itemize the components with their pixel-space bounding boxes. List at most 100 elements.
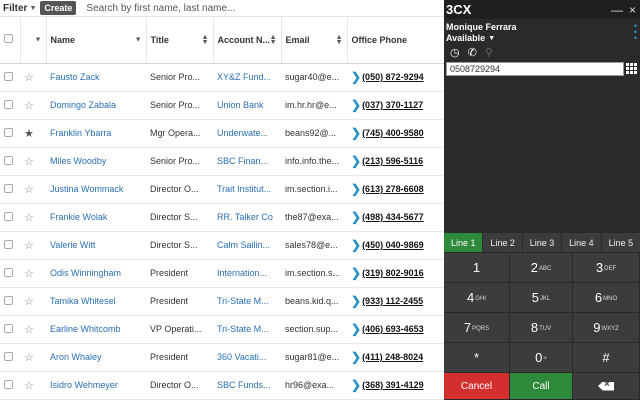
contact-email[interactable]: section.sup... — [281, 315, 347, 343]
table-row[interactable]: ☆ Domingo Zabala Senior Pro... Union Bank im… — [0, 91, 444, 119]
star-icon[interactable]: ☆ — [24, 100, 34, 112]
contact-email[interactable]: info.info.the... — [281, 147, 347, 175]
row-checkbox-cell[interactable] — [0, 231, 20, 259]
row-checkbox[interactable] — [4, 323, 13, 333]
star-icon[interactable]: ☆ — [24, 240, 34, 252]
phone-handset-icon[interactable]: ✆ — [468, 46, 477, 59]
row-checkbox-cell[interactable] — [0, 371, 20, 399]
account-name-link[interactable]: RR. Talker Co — [213, 203, 281, 231]
row-checkbox-cell[interactable] — [0, 259, 20, 287]
office-phone-link[interactable]: (050) 872-9294 — [362, 72, 424, 82]
row-checkbox-cell[interactable] — [0, 147, 20, 175]
row-checkbox[interactable] — [4, 379, 13, 389]
sort-icon[interactable]: ▲ ▼ — [336, 34, 343, 46]
row-checkbox-cell[interactable] — [0, 63, 20, 91]
dialpad-grid-icon[interactable] — [626, 63, 638, 75]
row-checkbox[interactable] — [4, 99, 13, 109]
line-tab-3[interactable]: Line 3 — [522, 233, 563, 252]
row-checkbox-cell[interactable] — [0, 315, 20, 343]
minimize-icon[interactable]: — — [611, 3, 623, 17]
row-checkbox-cell[interactable] — [0, 287, 20, 315]
key-4[interactable]: 4 GHI — [444, 283, 510, 313]
office-phone-cell[interactable]: ❯ (368) 391-4129 — [347, 371, 444, 399]
filter-button[interactable]: Filter ▼ — [3, 3, 36, 14]
clock-icon[interactable]: ◷ — [450, 46, 460, 59]
account-name-link[interactable]: 360 Vacati... — [213, 343, 281, 371]
create-button[interactable]: Create — [40, 1, 77, 15]
row-checkbox[interactable] — [4, 71, 13, 81]
contact-name-link[interactable]: Franklin Ybarra — [46, 119, 146, 147]
caret-down-icon[interactable]: ▼ — [35, 36, 42, 43]
table-row[interactable]: ☆ Valerie Witt Director S... Calm Sailin...… — [0, 231, 444, 259]
row-star-cell[interactable]: ☆ — [20, 343, 46, 371]
row-star-cell[interactable]: ☆ — [20, 231, 46, 259]
column-account[interactable]: Account N... ▲ ▼ — [213, 17, 282, 64]
office-phone-cell[interactable]: ❯ (745) 400-9580 — [347, 119, 444, 147]
row-checkbox[interactable] — [4, 351, 13, 361]
row-checkbox-cell[interactable] — [0, 91, 20, 119]
table-row[interactable]: ☆ Isidro Wehmeyer Director O... SBC Funds..… — [0, 371, 444, 399]
star-icon[interactable]: ☆ — [24, 212, 34, 224]
row-checkbox[interactable] — [4, 155, 13, 165]
star-column-header[interactable]: ▼ — [20, 17, 47, 64]
table-row[interactable]: ★ Franklin Ybarra Mgr Opera... Underwate...… — [0, 119, 444, 147]
contact-name-link[interactable]: Fausto Zack — [46, 63, 146, 91]
row-star-cell[interactable]: ☆ — [20, 147, 46, 175]
office-phone-link[interactable]: (037) 370-1127 — [362, 100, 423, 110]
status-dropdown[interactable]: Available ▼ — [446, 33, 637, 43]
office-phone-link[interactable]: (213) 596-5116 — [362, 156, 423, 166]
row-checkbox-cell[interactable] — [0, 343, 20, 371]
click-to-call-icon[interactable]: ❯ — [351, 322, 361, 336]
column-email[interactable]: Email ▲ ▼ — [281, 17, 348, 64]
office-phone-link[interactable]: (319) 802-9016 — [362, 268, 424, 278]
dial-input[interactable] — [446, 62, 624, 76]
star-icon[interactable]: ☆ — [24, 380, 34, 392]
row-star-cell[interactable]: ☆ — [20, 371, 46, 399]
star-icon[interactable]: ☆ — [24, 72, 34, 84]
row-star-cell[interactable]: ☆ — [20, 259, 46, 287]
column-name[interactable]: Name ▼ — [46, 17, 147, 64]
account-name-link[interactable]: Internation... — [213, 259, 281, 287]
contact-email[interactable]: the87@exa... — [281, 203, 347, 231]
star-icon[interactable]: ☆ — [24, 156, 34, 168]
contact-name-link[interactable]: Justina Wommack — [46, 175, 146, 203]
contact-name-link[interactable]: Isidro Wehmeyer — [46, 371, 146, 399]
click-to-call-icon[interactable]: ❯ — [351, 182, 361, 196]
table-row[interactable]: ☆ Tamika Whitesel President Tri-State M... b… — [0, 287, 444, 315]
star-icon[interactable]: ☆ — [24, 184, 34, 196]
contact-email[interactable]: sugar40@e... — [281, 63, 347, 91]
row-checkbox[interactable] — [4, 127, 13, 137]
click-to-call-icon[interactable]: ❯ — [351, 98, 361, 112]
row-checkbox[interactable] — [4, 239, 13, 249]
office-phone-link[interactable]: (933) 112-2455 — [362, 296, 423, 306]
table-row[interactable]: ☆ Aron Whaley President 360 Vacati... sugar8… — [0, 343, 444, 371]
click-to-call-icon[interactable]: ❯ — [351, 294, 361, 308]
office-phone-link[interactable]: (450) 040-9869 — [362, 240, 424, 250]
table-row[interactable]: ☆ Justina Wommack Director O... Trait Insti… — [0, 175, 444, 203]
contact-email[interactable]: im.hr.hr@e... — [281, 91, 347, 119]
office-phone-cell[interactable]: ❯ (411) 248-8024 — [347, 343, 444, 371]
office-phone-link[interactable]: (745) 400-9580 — [362, 128, 424, 138]
contact-email[interactable]: im.section.i... — [281, 175, 347, 203]
key-5[interactable]: 5 JKL — [510, 283, 573, 313]
column-office-phone[interactable]: Office Phone — [347, 17, 444, 64]
row-star-cell[interactable]: ☆ — [20, 175, 46, 203]
key-0[interactable]: 0 + — [510, 343, 573, 373]
table-row[interactable]: ☆ Frankie Wolak Director S... RR. Talker Co… — [0, 203, 444, 231]
table-row[interactable]: ☆ Fausto Zack Senior Pro... XY&Z Fund... sug… — [0, 63, 444, 91]
backspace-button[interactable] — [573, 373, 640, 400]
sort-icon[interactable]: ▲ ▼ — [270, 34, 277, 46]
office-phone-cell[interactable]: ❯ (319) 802-9016 — [347, 259, 444, 287]
row-checkbox[interactable] — [4, 295, 13, 305]
contact-name-link[interactable]: Aron Whaley — [46, 343, 146, 371]
office-phone-cell[interactable]: ❯ (498) 434-5677 — [347, 203, 444, 231]
star-filled-icon[interactable]: ★ — [24, 128, 34, 140]
contact-name-link[interactable]: Odis Winningham — [46, 259, 146, 287]
line-tab-1[interactable]: Line 1 — [444, 233, 484, 252]
key-2[interactable]: 2 ABC — [510, 253, 573, 283]
contact-name-link[interactable]: Earline Whitcomb — [46, 315, 146, 343]
contact-name-link[interactable]: Miles Woodby — [46, 147, 146, 175]
row-checkbox[interactable] — [4, 267, 13, 277]
click-to-call-icon[interactable]: ❯ — [351, 70, 361, 84]
office-phone-cell[interactable]: ❯ (037) 370-1127 — [347, 91, 444, 119]
